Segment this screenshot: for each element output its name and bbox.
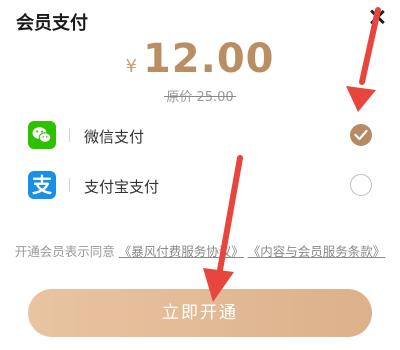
wechat-icon: [28, 121, 56, 149]
agreement-prefix: 开通会员表示同意: [14, 244, 115, 259]
currency-symbol: ¥: [125, 56, 137, 77]
price-amount: 12.00: [142, 36, 275, 82]
original-price-section: 原价 25.00: [0, 86, 400, 105]
divider: [69, 178, 70, 192]
radio-checked-wechat[interactable]: [350, 124, 372, 146]
content-terms-link[interactable]: 《内容与会员服务条款》: [248, 244, 386, 259]
service-agreement-link[interactable]: 《暴风付费服务协议》: [119, 244, 244, 259]
price-section: ¥ 12.00: [0, 36, 400, 82]
agreement-text: 开通会员表示同意 《暴风付费服务协议》 《内容与会员服务条款》: [0, 244, 400, 259]
price: ¥ 12.00: [126, 36, 275, 82]
divider: [69, 128, 70, 142]
alipay-glyph: 支: [32, 173, 52, 197]
payment-option-wechat[interactable]: 微信支付: [0, 116, 400, 156]
page-title: 会员支付: [16, 13, 88, 34]
alipay-icon: 支: [28, 171, 56, 199]
original-price: 原价 25.00: [164, 86, 237, 105]
subscribe-button[interactable]: 立即开通: [28, 289, 372, 337]
payment-label-wechat: 微信支付: [84, 128, 145, 146]
header: 会员支付: [0, 0, 400, 40]
close-icon[interactable]: [366, 6, 388, 28]
payment-option-alipay[interactable]: 支 支付宝支付: [0, 166, 400, 206]
radio-unchecked-alipay[interactable]: [350, 174, 372, 196]
payment-label-alipay: 支付宝支付: [84, 178, 160, 196]
